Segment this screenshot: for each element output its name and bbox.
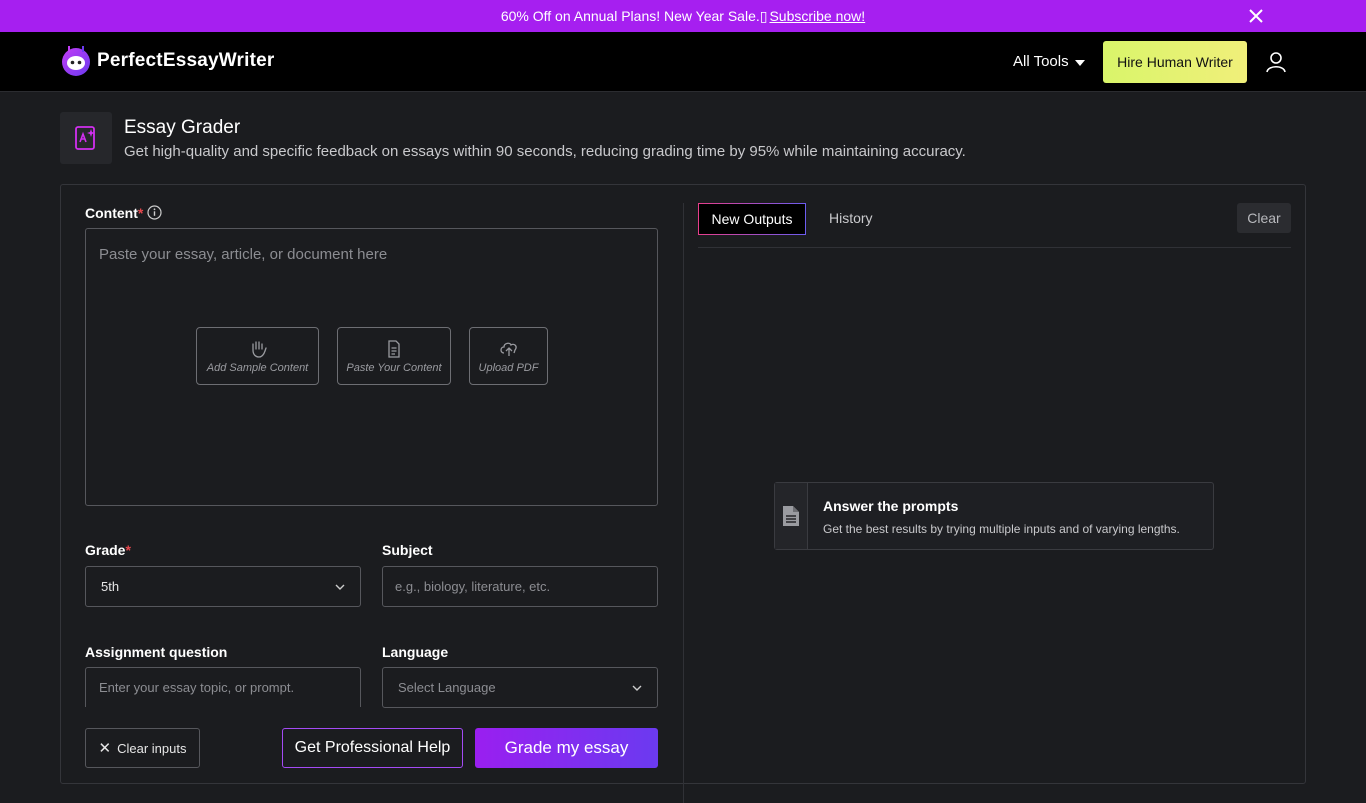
assignment-input[interactable]: Enter your essay topic, or prompt. (85, 667, 361, 707)
page-description: Get high-quality and specific feedback o… (124, 143, 966, 160)
promo-text: 60% Off on Annual Plans! New Year Sale.▯ (500, 7, 768, 24)
robot-logo-icon (62, 46, 90, 76)
clear-inputs-label: Clear inputs (117, 740, 187, 756)
add-sample-label: Add Sample Content (206, 361, 309, 374)
language-select[interactable]: Select Language (382, 667, 658, 708)
tool-header: Essay Grader Get high-quality and specif… (60, 112, 1306, 172)
column-divider (683, 203, 684, 803)
assignment-placeholder: Enter your essay topic, or prompt. (99, 680, 295, 695)
chevron-down-icon (632, 685, 642, 691)
add-sample-button[interactable]: Add Sample Content (196, 327, 319, 385)
required-marker: * (137, 205, 144, 221)
document-icon (388, 339, 400, 358)
hand-wave-icon (251, 340, 267, 358)
subscribe-link[interactable]: Subscribe now! (769, 8, 865, 24)
assignment-label: Assignment question (85, 644, 228, 660)
card-title: Answer the prompts (823, 498, 959, 514)
promo-banner: 60% Off on Annual Plans! New Year Sale.▯… (0, 0, 1366, 32)
document-icon (783, 506, 799, 526)
subject-label: Subject (382, 542, 433, 558)
all-tools-dropdown[interactable]: All Tools (1013, 53, 1085, 70)
paste-content-label: Paste Your Content (346, 361, 442, 374)
hire-writer-button[interactable]: Hire Human Writer (1103, 41, 1247, 83)
subject-placeholder: e.g., biology, literature, etc. (395, 579, 551, 594)
caret-down-icon (1074, 59, 1085, 66)
card-icon-box (775, 483, 808, 549)
grade-value: 5th (101, 579, 120, 594)
page-title: Essay Grader (124, 117, 241, 138)
tab-history[interactable]: History (829, 210, 873, 226)
upload-pdf-label: Upload PDF (478, 361, 539, 374)
close-icon[interactable] (1246, 6, 1266, 26)
all-tools-label: All Tools (1013, 53, 1069, 70)
language-placeholder: Select Language (398, 680, 496, 695)
clear-inputs-button[interactable]: ✕ Clear inputs (85, 728, 200, 768)
user-icon[interactable] (1266, 51, 1286, 73)
grade-select[interactable]: 5th (85, 566, 361, 607)
main-panel: Content* Paste your essay, article, or d… (60, 184, 1306, 803)
tab-new-outputs[interactable]: New Outputs (698, 203, 806, 235)
subject-input[interactable]: e.g., biology, literature, etc. (382, 566, 658, 607)
top-navbar: PerfectEssayWriter All Tools Hire Human … (0, 32, 1366, 92)
brand-name: PerfectEssayWriter (97, 50, 275, 71)
card-description: Get the best results by trying multiple … (823, 522, 1180, 536)
answer-prompts-card: Answer the prompts Get the best results … (774, 482, 1214, 550)
info-icon[interactable] (147, 205, 162, 220)
required-marker: * (125, 542, 131, 558)
close-icon: ✕ (98, 740, 112, 757)
upload-pdf-button[interactable]: Upload PDF (469, 327, 548, 385)
grade-label: Grade* (85, 542, 131, 558)
chevron-down-icon (335, 584, 345, 590)
essay-grader-icon (60, 112, 112, 164)
tabs-divider (698, 247, 1291, 248)
content-placeholder: Paste your essay, article, or document h… (99, 246, 388, 263)
grade-essay-button[interactable]: Grade my essay (475, 728, 658, 768)
cloud-upload-icon (499, 342, 517, 356)
paste-content-button[interactable]: Paste Your Content (337, 327, 451, 385)
language-label: Language (382, 644, 449, 660)
content-textarea[interactable]: Paste your essay, article, or document h… (85, 228, 658, 506)
brand-logo[interactable]: PerfectEssayWriter (60, 45, 275, 77)
professional-help-button[interactable]: Get Professional Help (282, 728, 463, 768)
content-label: Content* (85, 205, 144, 221)
clear-output-button[interactable]: Clear (1237, 203, 1291, 233)
